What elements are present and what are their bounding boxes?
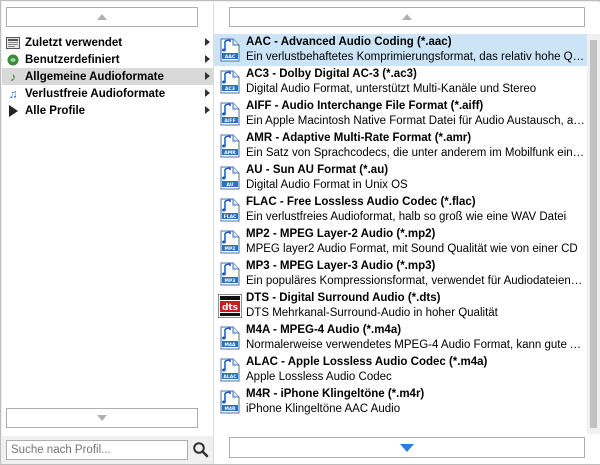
format-item-au[interactable]: AU AU - Sun AU Format (*.au) Digital Aud…: [214, 162, 587, 194]
chevron-right-icon: [205, 72, 210, 80]
category-item-lossless-audio[interactable]: ♫ Verlustfreie Audioformate: [2, 85, 213, 102]
dts-logo-icon: dts: [217, 293, 243, 319]
audio-file-icon: AMR: [218, 134, 242, 158]
format-item-ac3[interactable]: AC3 AC3 - Dolby Digital AC-3 (*.ac3) Dig…: [214, 66, 587, 98]
audio-file-icon: AIFF: [218, 102, 242, 126]
format-name: AC3 - Dolby Digital AC-3 (*.ac3): [246, 68, 417, 80]
format-description: Digital Audio Format in Unix OS: [246, 179, 408, 191]
play-icon: [6, 104, 20, 118]
format-description: Ein Apple Macintosh Native Format Datei …: [246, 115, 587, 127]
search-icon[interactable]: [192, 441, 210, 459]
audio-file-icon: ALAC: [218, 358, 242, 382]
format-description: Ein verlustfreies Audioformat, halb so g…: [246, 211, 567, 223]
format-description: Normalerweise verwendetes MPEG-4 Audio F…: [246, 339, 587, 351]
category-label: Benutzerdefiniert: [25, 53, 120, 66]
svg-text:ALAC: ALAC: [223, 374, 237, 380]
audio-file-icon: M4R: [218, 390, 242, 414]
format-name: MP2 - MPEG Layer-2 Audio (*.mp2): [246, 228, 436, 240]
audio-file-icon: AAC: [218, 38, 242, 62]
audio-file-icon: FLAC: [218, 198, 242, 222]
category-label: Zuletzt verwendet: [25, 36, 123, 49]
format-description: Digital Audio Format, unterstützt Multi-…: [246, 83, 537, 95]
svg-text:M4A: M4A: [224, 342, 236, 348]
category-panel: Zuletzt verwendet Benutzerdefiniert ♪ Al…: [2, 2, 213, 464]
format-item-mp3[interactable]: MP3 MP3 - MPEG Layer-3 Audio (*.mp3) Ein…: [214, 258, 587, 290]
format-description: DTS Mehrkanal-Surround-Audio in hoher Qu…: [246, 307, 498, 319]
format-item-aiff[interactable]: AIFF AIFF - Audio Interchange File Forma…: [214, 98, 587, 130]
format-item-m4a[interactable]: M4A M4A - MPEG-4 Audio (*.m4a) Normalerw…: [214, 322, 587, 354]
format-name: AAC - Advanced Audio Coding (*.aac): [246, 36, 452, 48]
svg-text:MP2: MP2: [225, 246, 236, 252]
music-note-icon: ♪: [10, 69, 16, 84]
format-description: MPEG layer2 Audio Format, mit Sound Qual…: [246, 243, 578, 255]
audio-file-icon: MP3: [218, 262, 242, 286]
chevron-right-icon: [205, 38, 210, 46]
format-item-m4r[interactable]: M4R M4R - iPhone Klingeltöne (*.m4r) iPh…: [214, 386, 587, 418]
format-name: M4A - MPEG-4 Audio (*.m4a): [246, 324, 402, 336]
format-name: AIFF - Audio Interchange File Format (*.…: [246, 100, 484, 112]
chevron-right-icon: [205, 55, 210, 63]
audio-file-icon: AU: [218, 166, 242, 190]
format-description: Ein populäres Kompressionsformat, verwen…: [246, 275, 587, 287]
format-name: FLAC - Free Lossless Audio Codec (*.flac…: [246, 196, 476, 208]
format-name: ALAC - Apple Lossless Audio Codec (*.m4a…: [246, 356, 488, 368]
category-item-recent[interactable]: Zuletzt verwendet: [2, 34, 213, 51]
format-panel: AAC AAC - Advanced Audio Coding (*.aac) …: [214, 2, 600, 464]
category-label: Verlustfreie Audioformate: [25, 87, 166, 100]
arrow-up-icon: [402, 14, 412, 20]
format-item-amr[interactable]: AMR AMR - Adaptive Multi-Rate Format (*.…: [214, 130, 587, 162]
format-description: Ein verlustbehaftetes Komprimierungsform…: [246, 51, 587, 63]
chevron-right-icon: [205, 89, 210, 97]
search-bar: [2, 436, 213, 464]
custom-icon: [6, 53, 20, 67]
category-list: Zuletzt verwendet Benutzerdefiniert ♪ Al…: [2, 34, 213, 119]
audio-file-icon: M4A: [218, 326, 242, 350]
format-description: Apple Lossless Audio Codec: [246, 371, 392, 383]
audio-file-icon: AC3: [218, 70, 242, 94]
format-description: iPhone Klingeltöne AAC Audio: [246, 403, 401, 415]
category-scroll-down-button[interactable]: [6, 408, 198, 428]
scrollbar-thumb[interactable]: [590, 40, 597, 428]
svg-text:FLAC: FLAC: [224, 214, 237, 220]
format-name: MP3 - MPEG Layer-3 Audio (*.mp3): [246, 260, 436, 272]
chevron-right-icon: [205, 106, 210, 114]
format-scroll-up-button[interactable]: [229, 7, 585, 27]
category-item-custom[interactable]: Benutzerdefiniert: [2, 51, 213, 68]
format-name: AU - Sun AU Format (*.au): [246, 164, 389, 176]
format-item-mp2[interactable]: MP2 MP2 - MPEG Layer-2 Audio (*.mp2) MPE…: [214, 226, 587, 258]
format-scroll-down-button[interactable]: [229, 437, 585, 458]
arrow-down-icon: [97, 415, 107, 421]
format-item-flac[interactable]: FLAC FLAC - Free Lossless Audio Codec (*…: [214, 194, 587, 226]
arrow-up-icon: [97, 14, 107, 20]
category-scroll-up-button[interactable]: [6, 7, 198, 27]
music-note-blue-icon: ♫: [8, 86, 18, 101]
svg-text:MP3: MP3: [225, 278, 236, 284]
arrow-down-icon: [400, 443, 414, 452]
category-label: Alle Profile: [25, 104, 86, 117]
format-description: Ein Satz von Sprachcodecs, die unter and…: [246, 147, 587, 159]
format-item-dts[interactable]: dts DTS - Digital Surround Audio (*.dts)…: [214, 290, 587, 322]
format-name: AMR - Adaptive Multi-Rate Format (*.amr): [246, 132, 472, 144]
svg-text:M4R: M4R: [224, 406, 236, 412]
category-label: Allgemeine Audioformate: [25, 70, 164, 83]
format-name: DTS - Digital Surround Audio (*.dts): [246, 292, 441, 304]
svg-text:AAC: AAC: [225, 54, 236, 60]
category-item-all-profiles[interactable]: Alle Profile: [2, 102, 213, 119]
svg-text:AC3: AC3: [225, 86, 235, 92]
format-list: AAC AAC - Advanced Audio Coding (*.aac) …: [214, 34, 587, 434]
format-name: M4R - iPhone Klingeltöne (*.m4r): [246, 388, 425, 400]
category-item-general-audio[interactable]: ♪ Allgemeine Audioformate: [2, 68, 213, 85]
svg-text:AMR: AMR: [224, 150, 236, 156]
profile-search-input[interactable]: [6, 440, 188, 460]
profile-selector-window: Zuletzt verwendet Benutzerdefiniert ♪ Al…: [0, 0, 600, 465]
audio-file-icon: MP2: [218, 230, 242, 254]
svg-text:AU: AU: [227, 182, 234, 188]
svg-text:AIFF: AIFF: [224, 118, 235, 124]
recent-icon: [6, 36, 20, 50]
svg-text:dts: dts: [222, 303, 238, 313]
format-scrollbar[interactable]: [587, 34, 600, 434]
format-item-alac[interactable]: ALAC ALAC - Apple Lossless Audio Codec (…: [214, 354, 587, 386]
format-item-aac[interactable]: AAC AAC - Advanced Audio Coding (*.aac) …: [214, 34, 587, 66]
